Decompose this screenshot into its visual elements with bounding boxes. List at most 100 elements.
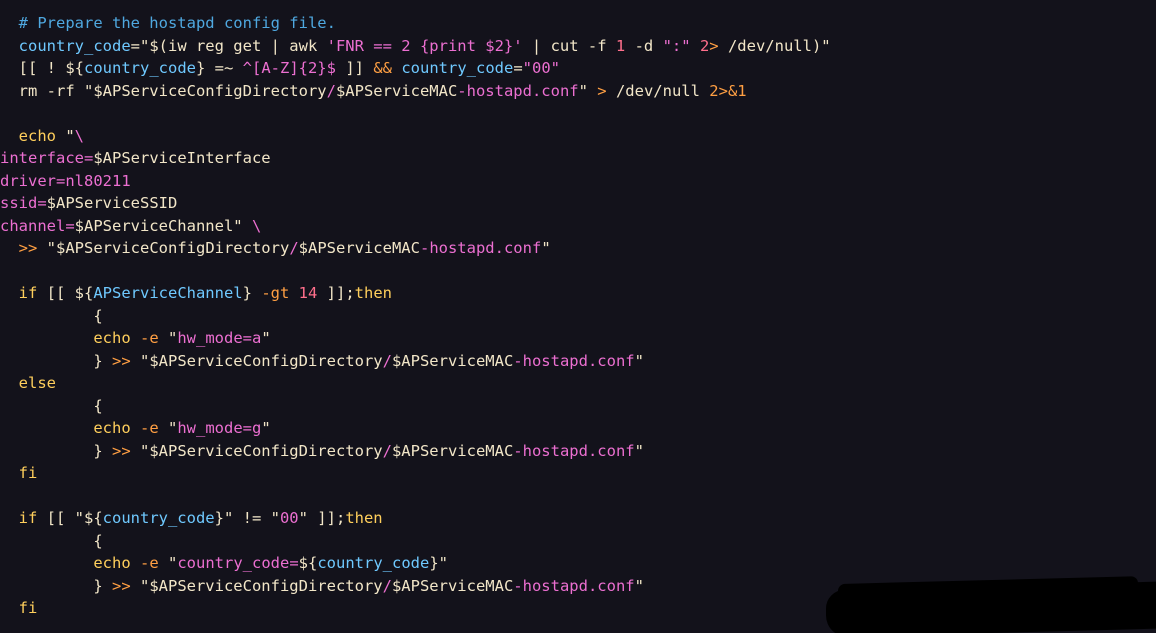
code-token-string: -hostapd.conf [513, 576, 635, 595]
code-line: echo "\ [0, 125, 831, 148]
code-line: rm -rf "$APServiceConfigDirectory/$APSer… [0, 80, 831, 103]
code-token-plain: = [513, 59, 523, 77]
code-block[interactable]: # Prepare the hostapd config file. count… [0, 12, 831, 620]
code-line: channel=$APServiceChannel" \ [0, 215, 831, 238]
code-token-plain: $APServiceChannel" [74, 216, 252, 235]
code-token-keyword: fi [0, 464, 38, 482]
code-token-plain: }" != " [214, 509, 280, 527]
code-token-operator: >> [18, 239, 38, 257]
code-token-operator: -e [140, 329, 159, 347]
code-token-plain: } [0, 351, 112, 370]
code-token-plain: ]]; [317, 284, 355, 302]
code-token-string: / [289, 239, 299, 257]
code-token-operator: && [373, 59, 392, 77]
code-line: else [0, 372, 831, 395]
code-token-plain: " [634, 351, 644, 370]
code-line: ssid=$APServiceSSID [0, 192, 831, 215]
code-token-plain: { [0, 306, 103, 325]
code-token-plain: " [541, 239, 551, 257]
code-line: { [0, 305, 831, 328]
code-token-plain: $APServiceMAC [391, 351, 514, 370]
code-editor[interactable]: # Prepare the hostapd config file. count… [0, 0, 1156, 633]
code-token-string: ssid= [0, 194, 47, 212]
code-line: } >> "$APServiceConfigDirectory/$APServi… [0, 440, 831, 463]
code-token-keyword: echo [0, 419, 131, 437]
code-line: driver=nl80211 [0, 170, 831, 193]
code-token-plain: ="$(iw reg get | awk [130, 36, 327, 55]
code-token-variable: country_code [401, 59, 514, 77]
code-token-operator: >> [111, 441, 131, 460]
code-token-plain: rm -rf "$APServiceConfigDirectory [0, 81, 327, 100]
code-token-string: -hostapd.conf [513, 441, 635, 460]
code-token-plain: /dev/null [606, 81, 710, 100]
code-token-plain: -d [625, 36, 663, 55]
code-token-operator: 2>&1 [709, 81, 747, 100]
code-token-plain: { [0, 531, 103, 550]
code-token-plain: " [634, 576, 644, 595]
code-token-string: -hostapd.conf [513, 351, 635, 370]
code-token-plain: " [158, 554, 178, 572]
code-token-operator: -e [140, 554, 159, 572]
code-token-keyword: then [345, 509, 383, 527]
code-token-plain: ]] [335, 59, 374, 77]
code-token-string: / [326, 81, 336, 100]
code-token-string: / [382, 576, 392, 595]
code-token-number: 2 [699, 36, 710, 55]
code-token-string: -hostapd.conf [457, 81, 579, 100]
code-token-string: ":" [662, 36, 691, 55]
code-token-keyword: if [0, 509, 38, 527]
code-token-keyword: else [0, 374, 56, 392]
code-token-plain: $APServiceInterface [93, 149, 271, 167]
code-token-plain: { [0, 396, 103, 415]
code-token-plain: } [0, 441, 112, 460]
code-token-string: interface= [0, 149, 94, 167]
code-token-operator: > [709, 36, 719, 55]
code-token-plain: } =~ [195, 59, 243, 77]
code-token-variable: country_code [18, 36, 131, 55]
code-token-plain: " [158, 419, 178, 437]
code-token-string: / [382, 441, 392, 460]
code-line: { [0, 530, 831, 553]
code-token-variable: country_code [84, 59, 196, 77]
redaction-mark [826, 581, 1156, 633]
code-token-plain: " [261, 419, 271, 437]
code-token-plain: " ]]; [298, 509, 346, 527]
code-token-plain: }" [429, 554, 448, 572]
code-token-plain: "$APServiceConfigDirectory [37, 239, 290, 257]
code-token-plain: /dev/null)" [718, 36, 831, 55]
code-token-string: hw_mode=g [177, 419, 262, 437]
code-token-keyword: then [354, 284, 392, 302]
code-token-keyword: echo [0, 329, 131, 347]
code-line: } >> "$APServiceConfigDirectory/$APServi… [0, 575, 831, 598]
code-line: country_code="$(iw reg get | awk 'FNR ==… [0, 35, 831, 58]
code-token-plain: } [242, 284, 262, 302]
code-token-plain: $APServiceSSID [46, 194, 178, 212]
code-token-plain: "$APServiceConfigDirectory [130, 441, 383, 460]
code-token-operator: -e [140, 419, 159, 437]
code-token-plain: | cut -f [522, 36, 616, 55]
code-token-plain: $APServiceMAC [298, 239, 420, 257]
code-token-plain: [[ "${ [37, 509, 103, 527]
code-token-plain: "$APServiceConfigDirectory [130, 576, 383, 595]
code-token-number: 1 [615, 36, 626, 55]
code-line: } >> "$APServiceConfigDirectory/$APServi… [0, 350, 831, 373]
code-token-variable: APServiceChannel [93, 284, 243, 302]
code-line: if [[ "${country_code}" != "00" ]];then [0, 507, 831, 530]
code-line: fi [0, 462, 831, 485]
code-token-string: "00" [522, 59, 560, 77]
code-line: { [0, 395, 831, 418]
code-token-string: 'FNR == 2 {print $2}' [326, 36, 523, 55]
code-token-keyword: if [0, 284, 38, 302]
code-token-string: channel= [0, 216, 75, 235]
code-token-keyword: fi [0, 599, 38, 617]
code-token-plain: " [261, 329, 271, 347]
code-token-plain: "$APServiceConfigDirectory [130, 351, 383, 370]
